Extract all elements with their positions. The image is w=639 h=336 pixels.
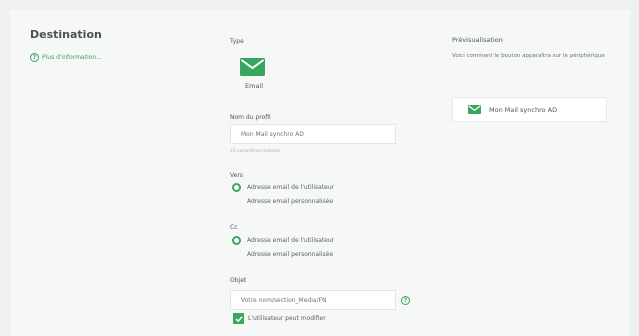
radio-selected[interactable]	[232, 183, 241, 192]
envelope-icon[interactable]	[240, 58, 265, 76]
subject-label: Objet	[230, 277, 247, 284]
cc-option-label: Adresse email personnalisée	[247, 251, 334, 258]
to-option-label: Adresse email de l'utilisateur	[247, 184, 335, 191]
to-option-custom-email[interactable]: Adresse email personnalisée	[232, 197, 333, 206]
type-name: Email	[245, 82, 264, 90]
subject-value: Votre nom/section_Media/FN	[241, 296, 327, 304]
cc-label: Cc	[230, 224, 238, 231]
envelope-icon	[468, 105, 481, 114]
to-option-label: Adresse email personnalisée	[247, 198, 334, 205]
subject-input[interactable]: Votre nom/section_Media/FN	[230, 290, 396, 310]
user-can-modify-checkbox-row[interactable]: L'utilisateur peut modifier	[233, 313, 326, 324]
checkbox-checked[interactable]	[233, 313, 244, 324]
subject-help-icon[interactable]: ?	[401, 296, 410, 305]
help-icon: ?	[30, 53, 39, 62]
cc-option-label: Adresse email de l'utilisateur	[247, 237, 335, 244]
preview-button-label: Mon Mail synchro AD	[489, 105, 558, 114]
radio-selected[interactable]	[232, 236, 241, 245]
check-icon	[234, 315, 243, 322]
radio-unselected[interactable]	[232, 197, 241, 206]
destination-title: Destination	[30, 28, 102, 41]
profile-name-value: Mon Mail synchro AD	[241, 130, 304, 138]
user-can-modify-label: L'utilisateur peut modifier	[248, 315, 326, 322]
type-label: Type	[230, 38, 244, 45]
preview-button[interactable]: Mon Mail synchro AD	[452, 97, 607, 122]
profile-name-input[interactable]: Mon Mail synchro AD	[230, 124, 396, 144]
preview-description: Voici comment le bouton apparaîtra sur l…	[452, 53, 605, 59]
preview-title: Prévisualisation	[452, 36, 503, 44]
profile-name-label: Nom du profil	[230, 114, 271, 121]
cc-option-user-email[interactable]: Adresse email de l'utilisateur	[232, 236, 334, 245]
radio-unselected[interactable]	[232, 250, 241, 259]
more-info-link[interactable]: ? Plus d'information...	[30, 53, 102, 62]
chars-remaining: 21 caractères restants	[230, 149, 281, 154]
cc-option-custom-email[interactable]: Adresse email personnalisée	[232, 250, 333, 259]
more-info-label: Plus d'information...	[42, 54, 102, 61]
to-label: Vers	[230, 172, 243, 179]
to-option-user-email[interactable]: Adresse email de l'utilisateur	[232, 183, 334, 192]
